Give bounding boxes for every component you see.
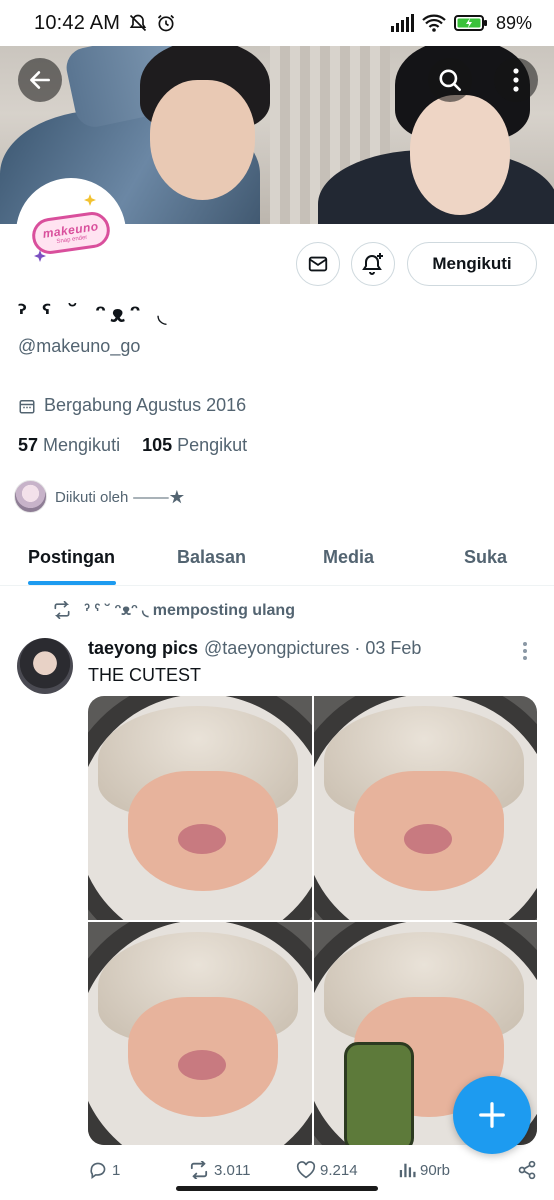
views-button[interactable]: 90rb — [398, 1161, 498, 1179]
post-author-avatar[interactable] — [17, 638, 73, 694]
profile-avatar[interactable]: makeuno Snap ender — [16, 178, 126, 288]
tab-replies[interactable]: Balasan — [143, 530, 280, 585]
post-header: taeyong pics @taeyongpictures · 03 Feb — [88, 638, 534, 659]
search-button[interactable] — [428, 58, 472, 102]
search-icon — [439, 69, 462, 92]
following-button[interactable]: Mengikuti — [407, 242, 537, 286]
post-author-handle: @taeyongpictures · 03 Feb — [204, 638, 422, 658]
wifi-icon — [422, 14, 446, 32]
post-image[interactable] — [88, 921, 312, 1145]
like-button[interactable]: 9.214 — [296, 1161, 398, 1179]
plus-icon — [479, 1102, 505, 1128]
avatar — [14, 480, 47, 513]
follow-counts: 57 Mengikuti 105 Pengikut — [18, 435, 247, 456]
followed-by-text: Diikuti oleh ⸻★ — [55, 489, 185, 506]
bell-off-icon — [129, 14, 147, 32]
calendar-icon — [19, 399, 35, 413]
notifications-button[interactable] — [351, 242, 395, 286]
arrow-left-icon — [30, 71, 50, 89]
like-count: 9.214 — [320, 1161, 358, 1179]
post-image[interactable] — [313, 696, 537, 920]
more-vertical-icon[interactable] — [518, 641, 532, 661]
reply-button[interactable]: 1 — [88, 1161, 188, 1179]
post-media-grid — [88, 696, 537, 1145]
followed-by[interactable]: Diikuti oleh ⸻★ — [14, 480, 184, 513]
post-text: THE CUTEST — [88, 665, 202, 685]
message-button[interactable] — [296, 242, 340, 286]
repost-count: 3.011 — [214, 1161, 251, 1179]
envelope-icon — [308, 256, 328, 272]
reply-count: 1 — [112, 1161, 121, 1179]
more-vertical-icon — [513, 68, 519, 92]
status-time: 10:42 AM — [34, 11, 121, 34]
back-button[interactable] — [18, 58, 62, 102]
signal-icon — [390, 14, 414, 32]
profile-handle: @makeuno_go — [18, 336, 141, 356]
star-icon — [84, 194, 96, 206]
share-icon — [518, 1160, 536, 1180]
bell-plus-icon — [362, 253, 383, 275]
share-button[interactable] — [517, 1160, 537, 1180]
compose-post-button[interactable] — [453, 1076, 531, 1154]
tab-likes[interactable]: Suka — [417, 530, 554, 585]
tab-media[interactable]: Media — [280, 530, 417, 585]
display-name: ˀ ˁ ˘ ᵔᴥᵔ ◟ — [18, 300, 171, 328]
views-count: 90rb — [420, 1161, 451, 1179]
reply-icon — [90, 1162, 106, 1179]
battery-charging-icon — [453, 15, 487, 31]
following-link[interactable]: 57 Mengikuti — [18, 435, 120, 456]
more-options-button[interactable] — [494, 58, 538, 102]
analytics-icon — [399, 1163, 416, 1178]
post-author-name[interactable]: taeyong pics — [88, 638, 198, 659]
repost-text: ˀ ˁ ˘ ᵔᴥᵔ ◟ memposting ulang — [84, 602, 295, 619]
repost-button[interactable]: 3.011 — [188, 1161, 296, 1179]
status-bar: 10:42 AM 89% — [0, 0, 554, 46]
repost-indicator: ˀ ˁ ˘ ᵔᴥᵔ ◟ memposting ulang — [52, 600, 295, 620]
post-actions: 1 3.011 9.214 90rb — [88, 1158, 537, 1182]
post-image[interactable] — [88, 696, 312, 920]
joined-date: Bergabung Agustus 2016 — [18, 395, 246, 416]
joined-text: Bergabung Agustus 2016 — [44, 395, 247, 415]
battery-percent: 89% — [495, 12, 532, 33]
home-indicator[interactable] — [176, 1186, 378, 1191]
star-icon — [34, 250, 46, 262]
followers-link[interactable]: 105 Pengikut — [142, 435, 247, 456]
repost-icon — [54, 601, 70, 619]
tab-posts[interactable]: Postingan — [0, 530, 143, 585]
heart-icon — [296, 1161, 316, 1179]
repost-icon — [190, 1161, 208, 1179]
alarm-icon — [158, 14, 175, 32]
profile-tabs: Postingan Balasan Media Suka — [0, 530, 554, 586]
